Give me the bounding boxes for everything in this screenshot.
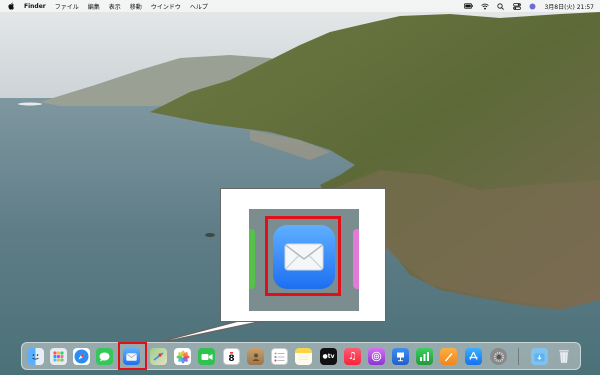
contacts-icon[interactable] [247,348,264,365]
menu-file[interactable]: ファイル [55,2,79,11]
reminders-icon[interactable] [271,348,288,365]
maps-icon[interactable] [150,348,167,365]
menu-clock[interactable]: 3月8日(火) 21:57 [544,2,594,11]
finder-icon[interactable] [27,348,44,365]
zoomed-dock-area [249,209,359,311]
spotlight-search-icon[interactable] [496,2,505,10]
calendar-icon-face: ▬ 8 [228,350,234,364]
numbers-icon[interactable] [416,348,433,365]
menu-extras: 3月8日(火) 21:57 [464,0,594,12]
apple-tv-icon[interactable]: ●tv [320,348,337,365]
siri-icon[interactable] [528,2,537,10]
menu-view[interactable]: 表示 [109,2,121,11]
safari-icon[interactable] [73,348,90,365]
keynote-icon[interactable] [392,348,409,365]
menu-edit[interactable]: 編集 [88,2,100,11]
menu-go[interactable]: 移動 [130,2,142,11]
menu-app-name[interactable]: Finder [24,3,46,10]
control-center-icon[interactable] [512,2,521,10]
pages-icon[interactable] [440,348,457,365]
mail-highlight-frame [118,342,147,370]
facetime-icon[interactable] [198,348,215,365]
messages-icon-partial [249,229,255,289]
podcasts-icon[interactable] [368,348,385,365]
zoom-callout [220,188,386,322]
dock: ▬ 8 ●tv ♫ [21,342,581,370]
messages-icon[interactable] [96,348,113,365]
music-icon[interactable]: ♫ [344,348,361,365]
trash-icon[interactable] [555,348,572,365]
photos-icon[interactable] [174,348,191,365]
calendar-icon-day: 8 [228,353,235,364]
downloads-folder-icon[interactable] [531,348,548,365]
wifi-icon[interactable] [480,2,489,10]
dock-separator [518,348,519,365]
apple-menu-icon[interactable] [8,2,15,10]
launchpad-icon[interactable] [50,348,67,365]
calendar-icon[interactable]: ▬ 8 [223,348,240,365]
notes-icon[interactable] [295,348,312,365]
menu-help[interactable]: ヘルプ [190,2,208,11]
enlarged-highlight-frame [265,216,341,296]
app-store-icon[interactable] [465,348,482,365]
battery-icon[interactable] [464,2,474,10]
menu-bar: Finder ファイル 編集 表示 移動 ウインドウ ヘルプ 3月8日(火) 2… [0,0,600,12]
menu-window[interactable]: ウインドウ [151,2,181,11]
system-preferences-icon[interactable] [490,348,507,365]
photos-icon-partial [353,229,359,289]
